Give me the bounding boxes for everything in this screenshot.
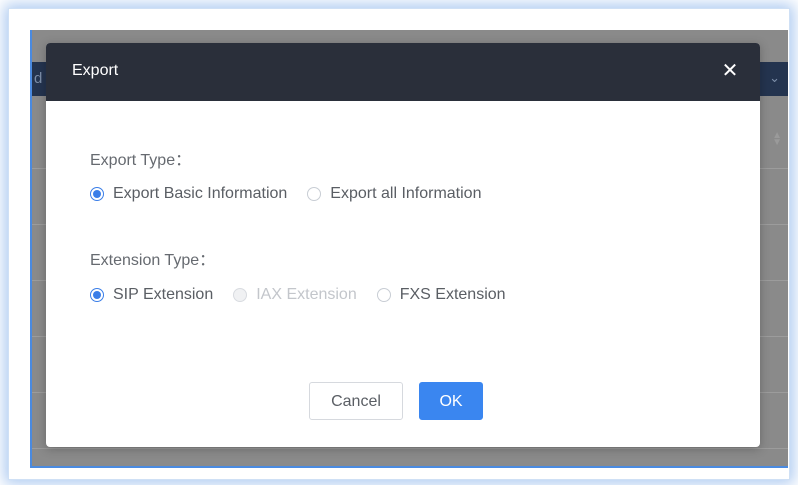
close-icon[interactable]: ✕	[718, 58, 742, 84]
radio-button-icon	[233, 288, 248, 302]
extension-type-radio-group: SIP Extension IAX Extension FXS Extensio…	[90, 286, 526, 304]
radio-label: SIP Extension	[113, 286, 214, 303]
background-row-divider	[32, 448, 788, 449]
radio-export-all-information[interactable]: Export all Information	[307, 185, 481, 203]
radio-label: Export all Information	[330, 185, 482, 202]
radio-fxs-extension[interactable]: FXS Extension	[376, 286, 506, 304]
export-type-radio-group: Export Basic Information Export all Info…	[90, 185, 501, 203]
cancel-button[interactable]: Cancel	[309, 382, 403, 420]
chevron-down-icon: ⌄	[769, 70, 780, 85]
radio-button-icon[interactable]	[376, 288, 391, 302]
extension-type-label: Extension Type：	[90, 252, 216, 269]
sort-icon: ▲ ▼	[772, 130, 782, 148]
radio-button-icon[interactable]	[90, 288, 104, 302]
radio-export-basic-information[interactable]: Export Basic Information	[90, 185, 287, 203]
dialog-title: Export	[72, 62, 119, 79]
radio-label: FXS Extension	[399, 286, 506, 303]
radio-button-icon[interactable]	[307, 187, 322, 201]
radio-label: IAX Extension	[256, 286, 357, 303]
export-dialog: Export ✕ Export Type： Export Basic Infor…	[46, 43, 760, 447]
background-header-text: d	[34, 70, 43, 87]
radio-sip-extension[interactable]: SIP Extension	[90, 286, 213, 304]
ok-button[interactable]: OK	[419, 382, 483, 420]
radio-label: Export Basic Information	[113, 185, 288, 202]
export-type-label: Export Type：	[90, 152, 192, 169]
radio-button-icon[interactable]	[90, 187, 104, 201]
radio-iax-extension: IAX Extension	[233, 286, 357, 304]
dialog-header: Export ✕	[46, 43, 760, 101]
